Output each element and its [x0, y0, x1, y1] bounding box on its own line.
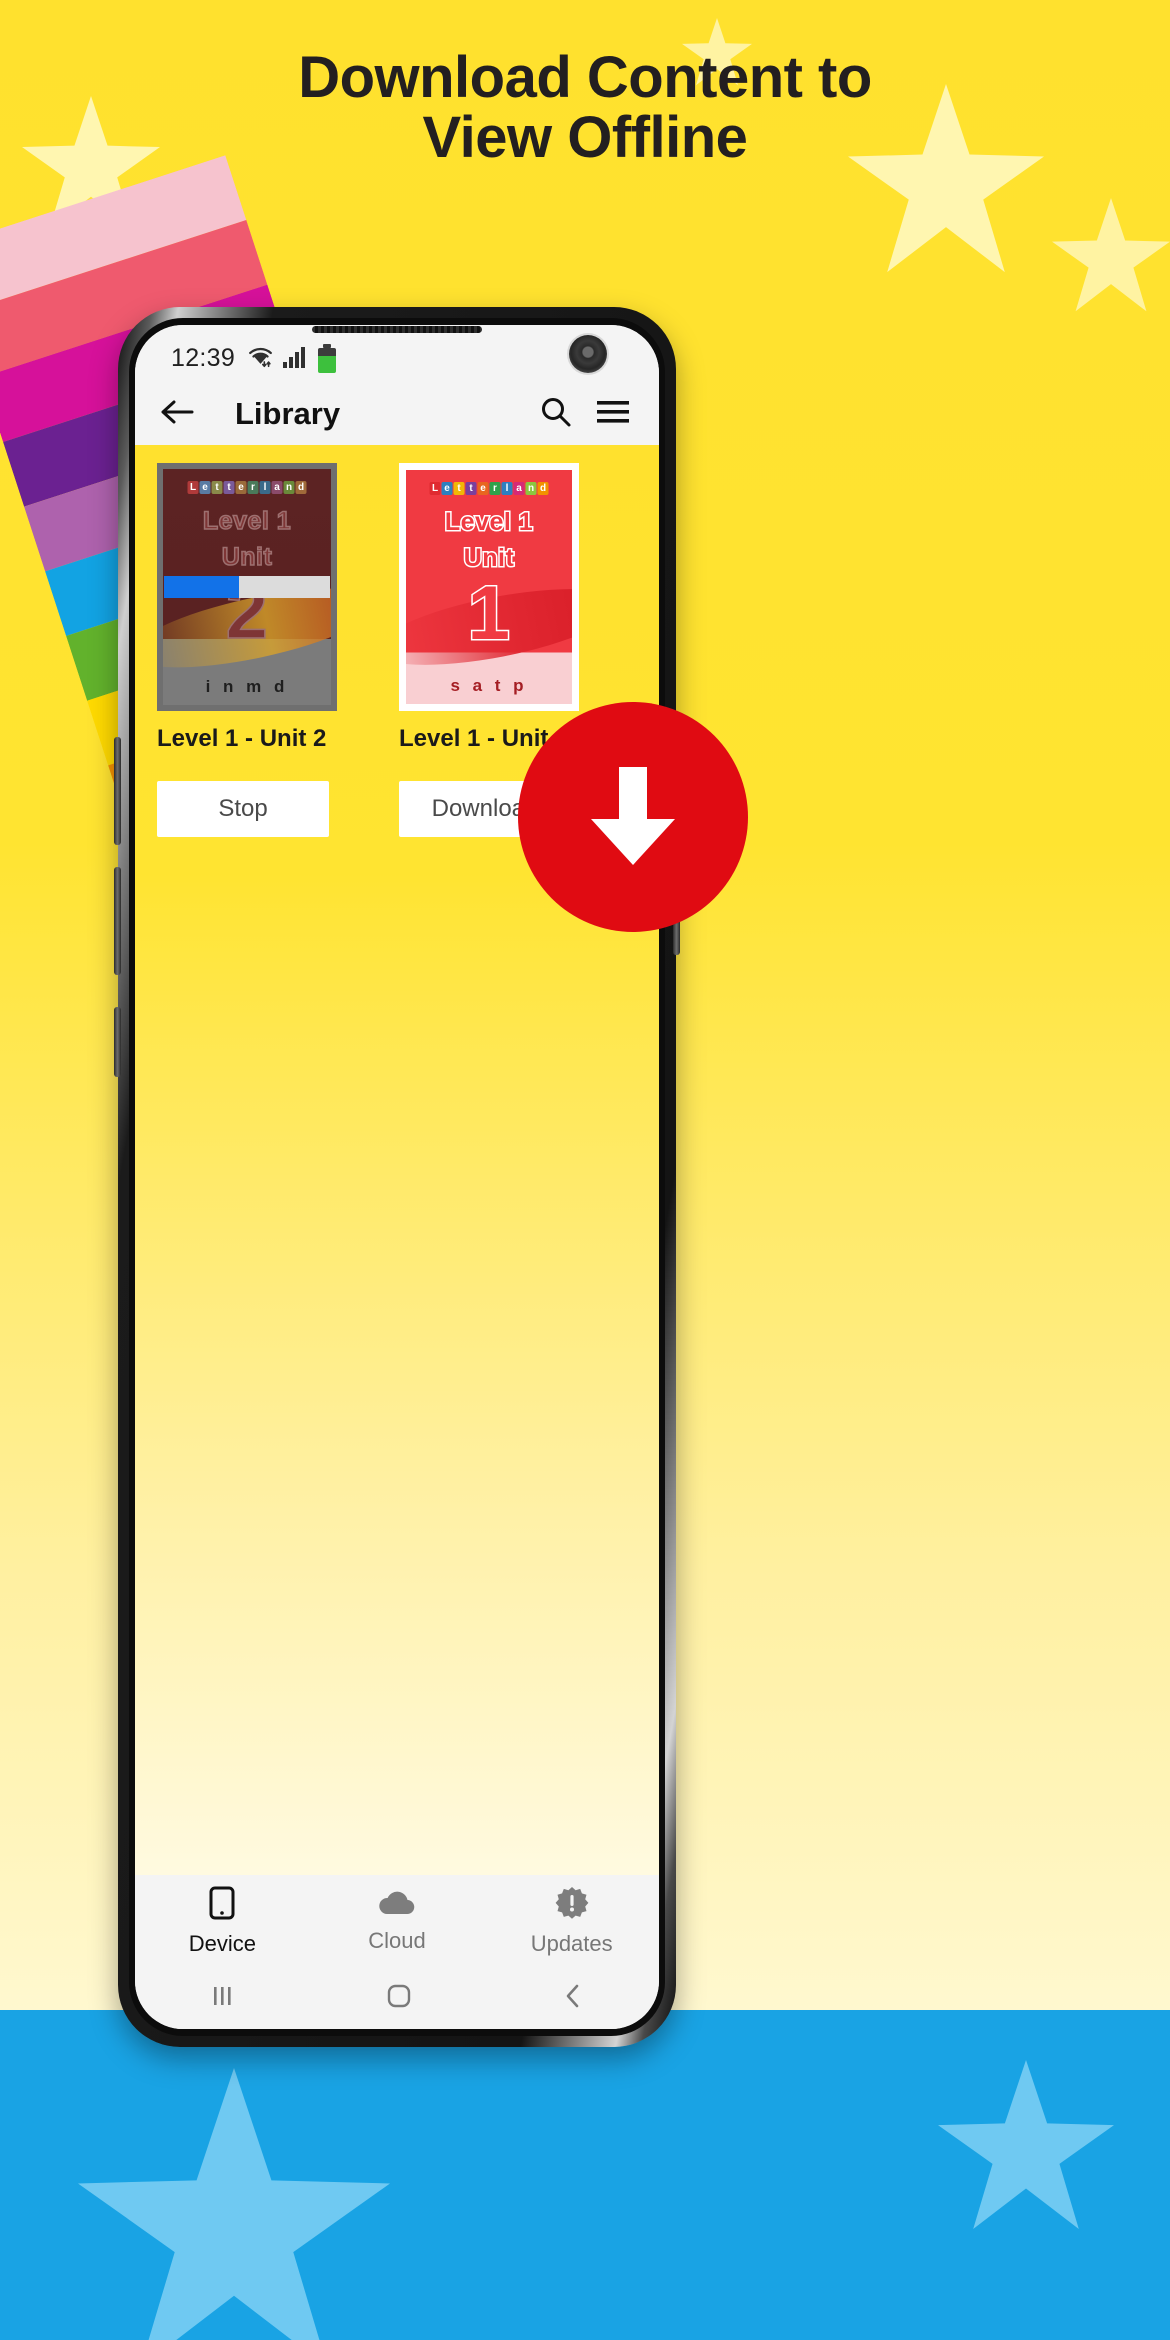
signal-icon — [283, 344, 309, 373]
bottom-nav-label: Cloud — [368, 1927, 426, 1953]
download-progress-bar — [164, 576, 330, 598]
library-content: Letterland Level 1 Unit 2 i n m d Level … — [135, 445, 659, 1875]
phone-mockup: 12:39 Library L e t t e r l a n d Level … — [114, 307, 680, 2047]
brand-logo: Letterland — [187, 481, 307, 494]
phone-bezel: 12:39 Library L e t t e r l a n d Level … — [129, 318, 665, 2036]
phone-icon — [209, 1886, 235, 1925]
thumb-line-1: Level 1 — [443, 507, 534, 538]
front-camera-punch-hole — [569, 335, 607, 373]
content-thumbnail[interactable]: Letterland Level 1 Unit 2 i n m d — [157, 463, 337, 711]
thumb-line-1: Level 1 — [202, 506, 292, 536]
thumb-line-2: Unit — [221, 542, 273, 572]
thumb-number: 1 — [466, 570, 511, 658]
back-icon[interactable] — [561, 1982, 585, 2015]
bottom-navigation: Device Cloud Updates — [135, 1875, 659, 1967]
recents-icon[interactable] — [209, 1983, 237, 2014]
thumb-line-2: Unit — [462, 543, 515, 574]
library-item: Letterland Level 1 Unit 2 i n m d Level … — [157, 463, 337, 838]
android-system-navigation — [135, 1967, 659, 2029]
home-icon[interactable] — [385, 1982, 413, 2015]
stop-button[interactable]: Stop — [157, 781, 329, 838]
thumb-footer-word: s a t p — [450, 676, 528, 695]
battery-icon — [318, 343, 337, 373]
assistant-button[interactable] — [114, 1007, 121, 1077]
status-bar-icons — [247, 343, 337, 373]
search-icon[interactable] — [539, 395, 573, 434]
volume-up-button[interactable] — [114, 737, 121, 845]
app-bar-title: Library — [235, 396, 341, 431]
volume-down-button[interactable] — [114, 867, 121, 975]
library-item-title: Level 1 - Unit 2 — [157, 725, 327, 752]
page-title-line-1: Download Content to — [298, 45, 872, 110]
app-bar: Library — [135, 383, 659, 445]
bottom-nav-item-device[interactable]: Device — [135, 1886, 310, 1957]
earpiece-speaker — [312, 326, 482, 333]
bottom-nav-label: Updates — [530, 1930, 613, 1956]
wifi-icon — [247, 344, 274, 373]
bottom-nav-item-cloud[interactable]: Cloud — [310, 1889, 485, 1954]
hamburger-menu-icon[interactable] — [595, 398, 631, 431]
status-bar: 12:39 — [135, 325, 659, 383]
phone-screen: 12:39 Library L e t t e r l a n d Level … — [135, 325, 659, 2029]
status-bar-clock: 12:39 — [171, 343, 236, 372]
page-title: Download Content to View Offline — [0, 48, 1170, 167]
bottom-nav-item-updates[interactable]: Updates — [484, 1886, 659, 1957]
brand-logo: Letterland — [429, 482, 549, 495]
updates-burst-icon — [555, 1886, 589, 1925]
bottom-nav-label: Device — [188, 1930, 256, 1956]
thumb-footer-word: i n m d — [205, 677, 289, 696]
download-arrow-icon — [563, 745, 703, 890]
page-title-line-2: View Offline — [422, 104, 748, 170]
content-thumbnail[interactable]: Letterland Level 1 Unit 1 s a t p — [399, 463, 579, 711]
back-arrow-icon[interactable] — [161, 399, 195, 430]
download-progress-fill — [164, 576, 239, 598]
download-arrow-badge — [518, 702, 748, 932]
cloud-icon — [378, 1889, 416, 1922]
